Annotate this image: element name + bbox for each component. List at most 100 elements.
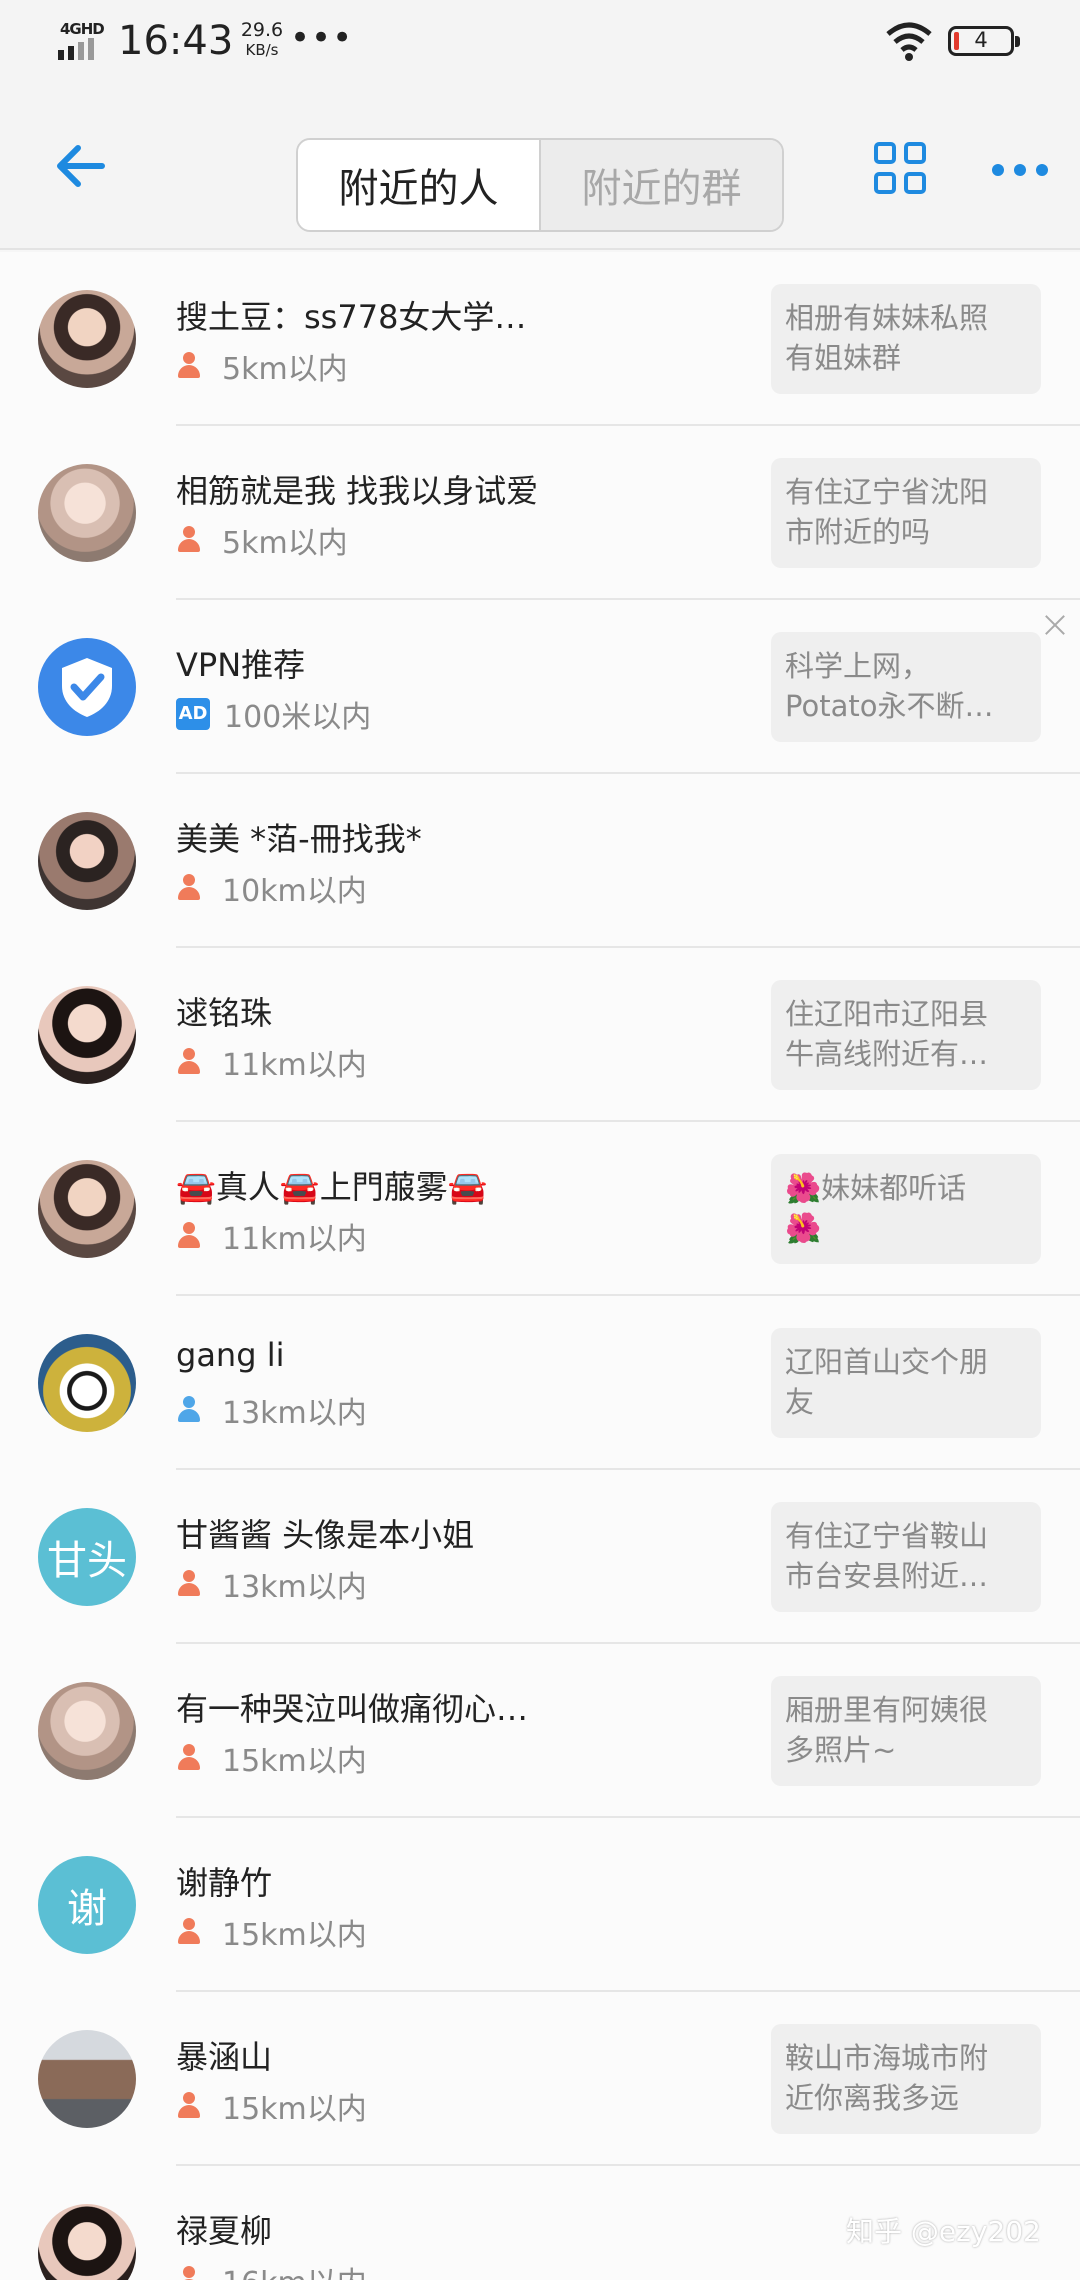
female-person-icon — [176, 352, 202, 380]
network-type: 4GHD — [60, 20, 105, 38]
distance-label: 11km以内 — [222, 1222, 367, 1257]
user-name: 🚘真人🚘上門菔雾🚘 — [176, 1168, 488, 1206]
back-arrow-icon[interactable] — [50, 136, 110, 196]
female-person-icon — [176, 1048, 202, 1076]
user-name: 暴涵山 — [176, 2038, 273, 2076]
distance: 11km以内 — [176, 1214, 367, 1258]
user-name: 相筋就是我 找我以身试爱 — [176, 472, 539, 510]
female-person-icon — [176, 1744, 202, 1772]
signature-bubble: 厢册里有阿姨很 多照片~ — [771, 1676, 1041, 1786]
cellular-signal-icon: 4GHD — [58, 20, 108, 60]
female-person-icon — [176, 526, 202, 554]
watermark: 知乎 @ezy202 — [846, 2215, 1041, 2248]
distance-label: 11km以内 — [222, 1048, 367, 1083]
avatar — [38, 290, 136, 388]
signature-line: 🌺妹妹都听话 — [785, 1171, 967, 1205]
distance-label: 10km以内 — [222, 874, 367, 909]
male-person-icon — [176, 1396, 202, 1424]
list-item[interactable]: 甘头 甘酱酱 头像是本小姐 13km以内 有住辽宁省鞍山 市台安县附近… — [0, 1470, 1080, 1644]
shield-icon — [62, 658, 112, 717]
distance: 13km以内 — [176, 1388, 367, 1432]
more-options-icon[interactable] — [990, 142, 1050, 194]
list-item[interactable]: 搜土豆：ss778女大学… 5km以内 相册有妹妹私照 有姐妹群 — [0, 252, 1080, 426]
more-notifications-icon: ••• — [290, 18, 354, 58]
signature-bubble: 辽阳首山交个朋友 — [771, 1328, 1041, 1438]
battery-level: 4 — [974, 28, 988, 52]
distance: AD 100米以内 — [176, 692, 371, 736]
avatar — [38, 464, 136, 562]
user-name: 搜土豆：ss778女大学… — [176, 298, 527, 336]
signature-line: 多照片~ — [785, 1733, 897, 1767]
distance: 15km以内 — [176, 1910, 367, 1954]
female-person-icon — [176, 1918, 202, 1946]
signature-bubble: 鞍山市海城市附 近你离我多远 — [771, 2024, 1041, 2134]
avatar — [38, 2030, 136, 2128]
user-name: 逑铭珠 — [176, 994, 273, 1032]
signature-line: 近你离我多远 — [785, 2081, 960, 2115]
network-speed: 29.6 KB/s — [234, 20, 290, 60]
signature-bubble: 科学上网， Potato永不断… — [771, 632, 1041, 742]
female-person-icon — [176, 874, 202, 902]
signature-line: 有姐妹群 — [785, 341, 902, 375]
avatar — [38, 986, 136, 1084]
signature-line: 有住辽宁省沈阳 — [785, 475, 989, 509]
signature-line: 友 — [785, 1385, 815, 1419]
distance: 16km以内 — [176, 2258, 367, 2280]
signature-line: 市附近的吗 — [785, 515, 931, 549]
avatar — [38, 1334, 136, 1432]
list-item-ad[interactable]: VPN推荐 AD 100米以内 科学上网， Potato永不断… — [0, 600, 1080, 774]
battery-icon: 4 — [948, 26, 1020, 56]
signature-line: 相册有妹妹私照 — [785, 301, 989, 335]
distance-label: 15km以内 — [222, 1918, 367, 1953]
segmented-tabs: 附近的人 附近的群 — [296, 138, 784, 232]
signature-line: 科学上网， — [785, 649, 931, 683]
user-name: VPN推荐 — [176, 646, 306, 684]
avatar — [38, 1682, 136, 1780]
avatar — [38, 812, 136, 910]
distance-label: 16km以内 — [222, 2258, 367, 2280]
top-nav-bar: 附近的人 附近的群 — [0, 90, 1080, 250]
distance: 13km以内 — [176, 1562, 367, 1606]
list-item[interactable]: 相筋就是我 找我以身试爱 5km以内 有住辽宁省沈阳 市附近的吗 — [0, 426, 1080, 600]
signature-bubble: 有住辽宁省沈阳 市附近的吗 — [771, 458, 1041, 568]
female-person-icon — [176, 1222, 202, 1250]
distance-label: 100米以内 — [224, 700, 372, 735]
avatar — [38, 2204, 136, 2280]
distance: 11km以内 — [176, 1040, 367, 1084]
distance: 10km以内 — [176, 866, 367, 910]
list-item[interactable]: 有一种哭泣叫做痛彻心… 15km以内 厢册里有阿姨很 多照片~ — [0, 1644, 1080, 1818]
tab-nearby-groups[interactable]: 附近的群 — [541, 140, 782, 230]
user-name: 甘酱酱 头像是本小姐 — [176, 1516, 475, 1554]
status-bar: 4GHD 16:43 29.6 KB/s ••• 4 — [0, 0, 1080, 90]
distance-label: 5km以内 — [222, 352, 348, 387]
distance-label: 5km以内 — [222, 526, 348, 561]
avatar: 甘头 — [38, 1508, 136, 1606]
speed-value: 29.6 — [240, 19, 284, 41]
list-item[interactable]: 谢 谢静竹 15km以内 — [0, 1818, 1080, 1992]
grid-view-icon[interactable] — [874, 142, 926, 194]
signature-bubble: 住辽阳市辽阳县 牛高线附近有… — [771, 980, 1041, 1090]
distance: 15km以内 — [176, 1736, 367, 1780]
close-ad-icon[interactable] — [1040, 610, 1070, 640]
distance-label: 15km以内 — [222, 2092, 367, 2127]
list-item[interactable]: 🚘真人🚘上門菔雾🚘 11km以内 🌺妹妹都听话 🌺 — [0, 1122, 1080, 1296]
user-name: 谢静竹 — [176, 1864, 273, 1902]
clock: 16:43 — [118, 18, 234, 64]
distance-label: 13km以内 — [222, 1570, 367, 1605]
user-name: gang li — [176, 1336, 285, 1374]
signature-line: 市台安县附近… — [785, 1559, 989, 1593]
tab-nearby-people[interactable]: 附近的人 — [298, 140, 541, 230]
list-item[interactable]: gang li 13km以内 辽阳首山交个朋友 — [0, 1296, 1080, 1470]
distance: 5km以内 — [176, 344, 348, 388]
list-item[interactable]: 暴涵山 15km以内 鞍山市海城市附 近你离我多远 — [0, 1992, 1080, 2166]
user-name: 禄夏柳 — [176, 2212, 273, 2250]
distance-label: 15km以内 — [222, 1744, 367, 1779]
signature-line: 牛高线附近有… — [785, 1037, 989, 1071]
list-item[interactable]: 逑铭珠 11km以内 住辽阳市辽阳县 牛高线附近有… — [0, 948, 1080, 1122]
signature-line: 住辽阳市辽阳县 — [785, 997, 989, 1031]
speed-unit: KB/s — [245, 41, 279, 59]
avatar — [38, 638, 136, 736]
signature-line: 有住辽宁省鞍山 — [785, 1519, 989, 1553]
avatar: 谢 — [38, 1856, 136, 1954]
list-item[interactable]: 美美 *萡-冊找我* 10km以内 — [0, 774, 1080, 948]
